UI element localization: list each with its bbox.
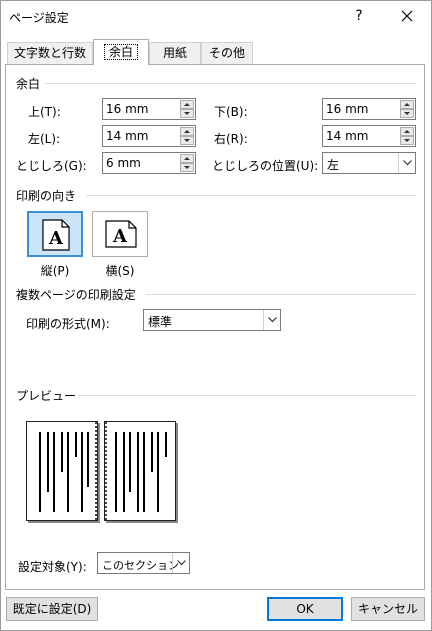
bottom-margin-label: 下(B):	[214, 105, 248, 119]
gutter-up-button[interactable]	[180, 154, 194, 163]
margins-divider	[44, 83, 416, 84]
chevron-down-icon[interactable]	[398, 153, 415, 173]
preview-line	[123, 432, 125, 512]
cancel-button[interactable]: キャンセル	[351, 597, 425, 621]
gutter-position-select[interactable]: 左	[322, 152, 416, 174]
preview-line	[87, 432, 89, 487]
spin-up-icon	[184, 103, 190, 106]
bottom-margin-up-button[interactable]	[400, 100, 414, 109]
preview-line	[143, 432, 145, 512]
spin-up-icon	[404, 130, 410, 133]
preview-line	[81, 432, 83, 512]
tab-paper[interactable]: 用紙	[149, 42, 201, 64]
gutter-spinner[interactable]: 6 mm	[102, 152, 196, 174]
preview-line	[75, 432, 77, 457]
gutter-down-button[interactable]	[180, 163, 194, 172]
preview-page-left	[26, 421, 98, 521]
portrait-button[interactable]: A	[27, 211, 83, 257]
apply-to-value: このセクション	[102, 559, 179, 572]
bottom-margin-spinner[interactable]: 16 mm	[322, 98, 416, 120]
spin-down-icon	[404, 112, 410, 115]
portrait-page-icon: A	[42, 219, 70, 251]
top-margin-down-button[interactable]	[180, 109, 194, 118]
orientation-section-label: 印刷の向き	[16, 187, 79, 204]
help-button[interactable]: ?	[349, 3, 369, 29]
spin-up-icon	[404, 103, 410, 106]
print-format-label: 印刷の形式(M):	[26, 317, 110, 331]
left-margin-up-button[interactable]	[180, 127, 194, 136]
preview-line	[67, 432, 69, 512]
right-margin-value[interactable]: 14 mm	[326, 129, 368, 143]
right-margin-spinner[interactable]: 14 mm	[322, 125, 416, 147]
right-margin-up-button[interactable]	[400, 127, 414, 136]
preview-line	[151, 432, 153, 472]
right-margin-label: 右(R):	[214, 132, 248, 146]
margins-section-label: 余白	[16, 75, 43, 92]
bottom-margin-down-button[interactable]	[400, 109, 414, 118]
preview-line	[39, 432, 41, 512]
preview-line	[47, 432, 49, 492]
portrait-page-letter: A	[48, 228, 64, 249]
spin-down-icon	[404, 139, 410, 142]
landscape-button[interactable]: A	[92, 211, 148, 257]
top-margin-spinner[interactable]: 16 mm	[102, 98, 196, 120]
left-margin-spinner[interactable]: 14 mm	[102, 125, 196, 147]
chevron-down-icon[interactable]	[263, 310, 280, 330]
preview-line	[129, 432, 131, 492]
preview-line	[53, 432, 55, 512]
left-margin-down-button[interactable]	[180, 136, 194, 145]
apply-to-label: 設定対象(Y):	[18, 560, 87, 574]
right-margin-down-button[interactable]	[400, 136, 414, 145]
preview-page-right	[104, 421, 176, 521]
tab-other[interactable]: その他	[201, 42, 253, 64]
left-margin-label: 左(L):	[28, 132, 61, 146]
print-format-value: 標準	[148, 315, 173, 329]
preview-section-label: プレビュー	[16, 387, 79, 404]
print-format-select[interactable]: 標準	[143, 309, 281, 331]
page-setup-dialog: ページ設定 ? 文字数と行数 余白 用紙 その他 余白 上(T): 16 mm …	[0, 0, 432, 631]
spin-down-icon	[184, 166, 190, 169]
chevron-down-icon[interactable]	[172, 553, 189, 573]
landscape-page-icon: A	[105, 220, 137, 248]
landscape-label: 横(S)	[105, 264, 135, 278]
landscape-page-letter: A	[112, 226, 128, 247]
portrait-label: 縦(P)	[40, 264, 70, 278]
preview-divider	[70, 395, 416, 396]
top-margin-label: 上(T):	[28, 105, 61, 119]
gutter-position-label: とじしろの位置(U):	[212, 159, 319, 173]
spin-up-icon	[184, 130, 190, 133]
close-icon	[401, 10, 413, 22]
gutter-marker	[105, 422, 107, 520]
preview-line	[61, 432, 63, 472]
window-title: ページ設定	[9, 11, 69, 25]
top-margin-up-button[interactable]	[180, 100, 194, 109]
gutter-marker	[95, 422, 97, 520]
orientation-divider	[86, 195, 416, 196]
preview-line	[137, 432, 139, 512]
ok-button[interactable]: OK	[267, 597, 343, 621]
preview-line	[157, 432, 159, 512]
spin-down-icon	[184, 139, 190, 142]
gutter-value[interactable]: 6 mm	[106, 156, 141, 170]
tab-margins[interactable]: 余白	[93, 39, 149, 65]
spin-down-icon	[184, 112, 190, 115]
tab-characters-lines[interactable]: 文字数と行数	[7, 42, 93, 64]
tab-margins-label: 余白	[103, 44, 138, 60]
set-as-default-button[interactable]: 既定に設定(D)	[6, 597, 98, 621]
gutter-position-value: 左	[327, 158, 340, 172]
apply-to-select[interactable]: このセクション	[97, 552, 190, 574]
margins-panel: 余白 上(T): 16 mm 下(B): 16 mm 左(L): 14 mm 右…	[5, 64, 425, 590]
preview-line	[115, 432, 117, 512]
close-button[interactable]	[395, 3, 421, 29]
bottom-margin-value[interactable]: 16 mm	[326, 102, 368, 116]
spin-up-icon	[184, 157, 190, 160]
multiple-pages-divider	[146, 294, 416, 295]
title-bar: ページ設定 ?	[1, 1, 431, 33]
gutter-label: とじしろ(G):	[16, 159, 87, 173]
preview-line	[165, 432, 167, 457]
top-margin-value[interactable]: 16 mm	[106, 102, 148, 116]
multiple-pages-section-label: 複数ページの印刷設定	[16, 286, 138, 303]
left-margin-value[interactable]: 14 mm	[106, 129, 148, 143]
